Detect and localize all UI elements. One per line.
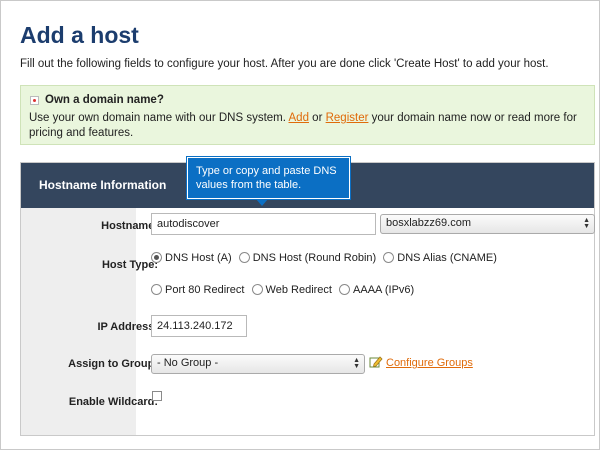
- radio-aaaa-ipv6[interactable]: AAAA (IPv6): [339, 284, 414, 296]
- tooltip-arrow: [256, 199, 268, 206]
- radio-button[interactable]: [339, 284, 351, 295]
- notice-text: Use your own domain name with our DNS sy…: [29, 111, 589, 141]
- ip-address-input[interactable]: [151, 315, 247, 337]
- host-type-row-1: DNS Host (A) DNS Host (Round Robin) DNS …: [151, 252, 501, 264]
- radio-dns-host-a[interactable]: DNS Host (A): [151, 252, 232, 264]
- radio-button[interactable]: [151, 284, 162, 295]
- assign-group-label: Assign to Group:: [68, 358, 158, 370]
- register-domain-link[interactable]: Register: [326, 112, 369, 124]
- pencil-icon[interactable]: [369, 355, 383, 369]
- enable-wildcard-checkbox[interactable]: [152, 391, 162, 401]
- select-arrows-icon: ▲ ▼: [583, 217, 590, 230]
- page-intro: Fill out the following fields to configu…: [20, 58, 549, 70]
- radio-port-80-redirect[interactable]: Port 80 Redirect: [151, 284, 244, 296]
- info-icon: [30, 96, 39, 105]
- domain-select[interactable]: bosxlabzz69.com ▲ ▼: [380, 214, 595, 234]
- hostname-input[interactable]: [151, 213, 376, 235]
- configure-groups-link[interactable]: Configure Groups: [386, 357, 473, 369]
- hostname-label: Hostname:: [101, 220, 158, 232]
- add-domain-link[interactable]: Add: [289, 112, 309, 124]
- notice-text-before: Use your own domain name with our DNS sy…: [29, 112, 286, 124]
- host-type-label: Host Type:: [101, 259, 158, 271]
- enable-wildcard-label: Enable Wildcard:: [68, 396, 158, 408]
- notice-title: Own a domain name?: [45, 94, 164, 106]
- host-type-row-2: Port 80 Redirect Web Redirect AAAA (IPv6…: [151, 284, 418, 296]
- ip-address-label: IP Address:: [97, 321, 158, 333]
- dns-tooltip: Type or copy and paste DNS values from t…: [187, 157, 350, 199]
- panel-header-title: Hostname Information: [39, 178, 167, 192]
- radio-button[interactable]: [383, 252, 395, 263]
- domain-select-value: bosxlabzz69.com: [386, 217, 471, 229]
- radio-button[interactable]: [151, 252, 162, 263]
- radio-dns-host-round-robin[interactable]: DNS Host (Round Robin): [238, 252, 376, 264]
- notice-text-or: or: [312, 112, 323, 124]
- hostname-panel: Hostname Information: [20, 162, 595, 436]
- group-select-value: - No Group -: [157, 357, 219, 369]
- group-select[interactable]: - No Group - ▲ ▼: [151, 354, 365, 374]
- page-title: Add a host: [20, 22, 139, 48]
- radio-web-redirect[interactable]: Web Redirect: [251, 284, 332, 296]
- domain-notice: Own a domain name? Use your own domain n…: [20, 85, 595, 145]
- radio-button[interactable]: [238, 252, 250, 263]
- select-arrows-icon: ▲ ▼: [353, 357, 360, 370]
- radio-button[interactable]: [251, 284, 263, 295]
- radio-dns-alias-cname[interactable]: DNS Alias (CNAME): [383, 252, 497, 264]
